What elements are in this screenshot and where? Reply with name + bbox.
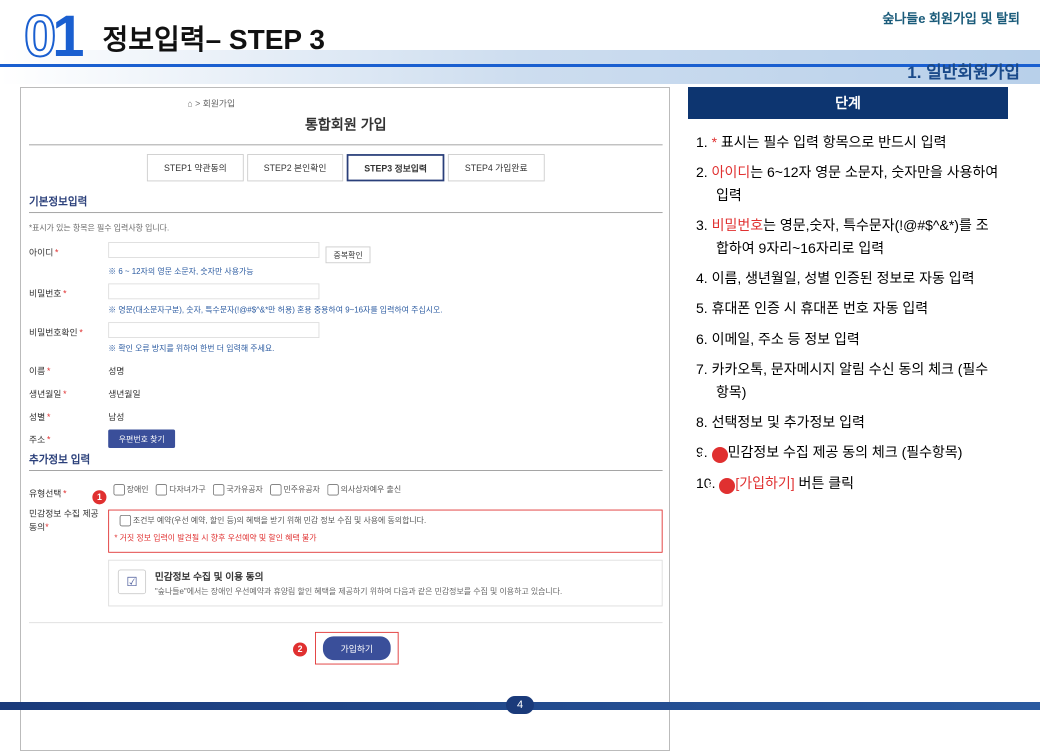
doc-category: 숲나들e 회원가입 및 탈퇴 — [882, 8, 1020, 27]
birth-value: 생년월일 — [108, 384, 140, 400]
type-checkboxes: 장애인 다자녀가구 국가유공자 민주유공자 의사상자예우 출신 — [108, 483, 401, 495]
chk-honor[interactable] — [327, 484, 338, 495]
step-item: 5. 휴대폰 인증 시 휴대폰 번호 자동 입력 — [696, 297, 1000, 319]
content: ⌂ > 회원가입 통합회원 가입 STEP1 약관동의 STEP2 본인확인 S… — [0, 67, 1040, 751]
field-type: 유형선택 장애인 다자녀가구 국가유공자 민주유공자 의사상자예우 출신 — [29, 480, 663, 503]
divider — [29, 470, 663, 471]
gender-label: 성별 — [29, 407, 108, 423]
instructions-panel: 단계 1. * 표시는 필수 입력 항목으로 반드시 입력 2. 아이디는 6~1… — [688, 87, 1008, 751]
addr-label: 주소 — [29, 430, 108, 446]
field-pw: 비밀번호 ※ 영문(대소문자구분), 숫자, 특수문자(!@#$^&*만 허용)… — [29, 280, 663, 319]
form-screenshot: ⌂ > 회원가입 통합회원 가입 STEP1 약관동의 STEP2 본인확인 S… — [29, 96, 663, 665]
chk-merit[interactable] — [213, 484, 224, 495]
pw2-label: 비밀번호확인 — [29, 322, 108, 338]
consent-check-text: 조건부 예약(우선 예약, 할인 등)의 혜택을 받기 위해 민감 정보 수집 … — [133, 516, 426, 525]
field-birth: 생년월일 생년월일 — [29, 380, 663, 403]
birth-label: 생년월일 — [29, 384, 108, 400]
page-number: 4 — [506, 696, 534, 714]
field-name: 이름 성명 — [29, 357, 663, 380]
step-tab-3[interactable]: STEP3 정보입력 — [347, 154, 445, 181]
step-item: 4. 이름, 생년월일, 성별 인증된 정보로 자동 입력 — [696, 267, 1000, 289]
header: 숲나들e 회원가입 및 탈퇴 1. 일반회원가입 01 정보입력– STEP 3 — [0, 0, 1040, 67]
field-pw2: 비밀번호확인 ※ 확인 오류 방지를 위하여 한번 더 입력해 주세요. — [29, 319, 663, 358]
shield-icon: ☑ — [118, 570, 146, 595]
stage-header: 단계 — [688, 87, 1008, 119]
step-item: 2. 아이디는 6~12자 영문 소문자, 숫자만을 사용하여 입력 — [696, 161, 1000, 206]
section-extra-title: 추가정보 입력 — [29, 452, 663, 467]
consent-box-title: 민감정보 수집 및 이용 동의 — [155, 570, 562, 584]
num-solid: 1 — [52, 4, 80, 69]
id-label: 아이디 — [29, 242, 108, 258]
step-item: 3. 비밀번호는 영문,숫자, 특수문자(!@#$^&*)를 조합하여 9자리~… — [696, 214, 1000, 259]
form-title: 통합회원 가입 — [29, 113, 663, 134]
steps-list: 1. * 표시는 필수 입력 항목으로 반드시 입력 2. 아이디는 6~12자 … — [688, 119, 1008, 514]
submit-highlight-box: 가입하기 — [315, 632, 398, 665]
step-tab-1[interactable]: STEP1 약관동의 — [147, 154, 243, 181]
field-id: 아이디 중복확인 ※ 6 ~ 12자의 영문 소문자, 숫자만 사용가능 — [29, 239, 663, 280]
zipcode-button[interactable]: 우편번호 찾기 — [108, 430, 175, 448]
consent-detail-box: ☑ 민감정보 수집 및 이용 동의 "숲나들e"에서는 장애인 우선예약과 휴양… — [108, 560, 662, 607]
consent-box-text: "숲나들e"에서는 장애인 우선예약과 휴양림 할인 혜택을 제공하기 위하여 … — [155, 585, 562, 596]
field-consent: 민감정보 수집 제공 동의* 1 조건부 예약(우선 예약, 할인 등)의 혜택… — [29, 503, 663, 610]
screenshot-panel: ⌂ > 회원가입 통합회원 가입 STEP1 약관동의 STEP2 본인확인 S… — [20, 87, 670, 751]
header-underline — [0, 64, 1040, 67]
step-item: 1. * 표시는 필수 입력 항목으로 반드시 입력 — [696, 131, 1000, 153]
marker-2: 2 — [293, 643, 307, 657]
consent-highlight-box: 조건부 예약(우선 예약, 할인 등)의 혜택을 받기 위해 민감 정보 수집 … — [108, 510, 662, 553]
section-number: 01 — [24, 8, 81, 66]
page-title: 정보입력– STEP 3 — [103, 18, 325, 58]
step-tab-2[interactable]: STEP2 본인확인 — [247, 154, 343, 181]
id-check-button[interactable]: 중복확인 — [326, 246, 371, 263]
step-tab-4[interactable]: STEP4 가입완료 — [448, 154, 544, 181]
field-gender: 성별 남성 — [29, 403, 663, 426]
chk-multichild[interactable] — [156, 484, 167, 495]
breadcrumb: ⌂ > 회원가입 — [29, 96, 663, 109]
id-hint: ※ 6 ~ 12자의 영문 소문자, 숫자만 사용가능 — [108, 265, 662, 276]
pw-hint: ※ 영문(대소문자구분), 숫자, 특수문자(!@#$^&*만 허용) 혼용 중… — [108, 304, 662, 315]
doc-section: 1. 일반회원가입 — [907, 58, 1020, 83]
gender-value: 남성 — [108, 407, 124, 423]
step-item: 9. 1민감정보 수집 제공 동의 체크 (필수항목) — [696, 441, 1000, 463]
chk-democracy[interactable] — [270, 484, 281, 495]
divider — [29, 144, 663, 145]
consent-checkbox[interactable] — [120, 515, 131, 526]
divider — [29, 212, 663, 213]
submit-button[interactable]: 가입하기 — [323, 636, 391, 660]
required-note: *표시가 있는 항목은 필수 입력사항 입니다. — [29, 222, 663, 233]
chk-disabled[interactable] — [113, 484, 124, 495]
pw2-hint: ※ 확인 오류 방지를 위하여 한번 더 입력해 주세요. — [108, 342, 662, 353]
step-item: 7. 카카오톡, 문자메시지 알림 수신 동의 체크 (필수항목) — [696, 358, 1000, 403]
marker-1: 1 — [92, 490, 106, 504]
step-tabs: STEP1 약관동의 STEP2 본인확인 STEP3 정보입력 STEP4 가… — [29, 154, 663, 181]
section-basic-title: 기본정보입력 — [29, 194, 663, 209]
id-input[interactable] — [108, 242, 319, 258]
pw-label: 비밀번호 — [29, 283, 108, 299]
pw2-input[interactable] — [108, 322, 319, 338]
step-item: 10. 2[가입하기] 버튼 클릭 — [696, 472, 1000, 494]
consent-label: 민감정보 수집 제공 동의* — [29, 506, 108, 532]
name-value: 성명 — [108, 361, 124, 377]
submit-row: 2 가입하기 — [29, 622, 663, 664]
field-addr: 주소 우편번호 찾기 — [29, 426, 663, 452]
step-item: 8. 선택정보 및 추가정보 입력 — [696, 411, 1000, 433]
name-label: 이름 — [29, 361, 108, 377]
pw-input[interactable] — [108, 283, 319, 299]
consent-warning: * 거짓 정보 입력이 발견될 시 향후 우선예약 및 할인 혜택 불가 — [114, 532, 656, 543]
step-item: 6. 이메일, 주소 등 정보 입력 — [696, 328, 1000, 350]
num-outline: 0 — [24, 4, 52, 69]
